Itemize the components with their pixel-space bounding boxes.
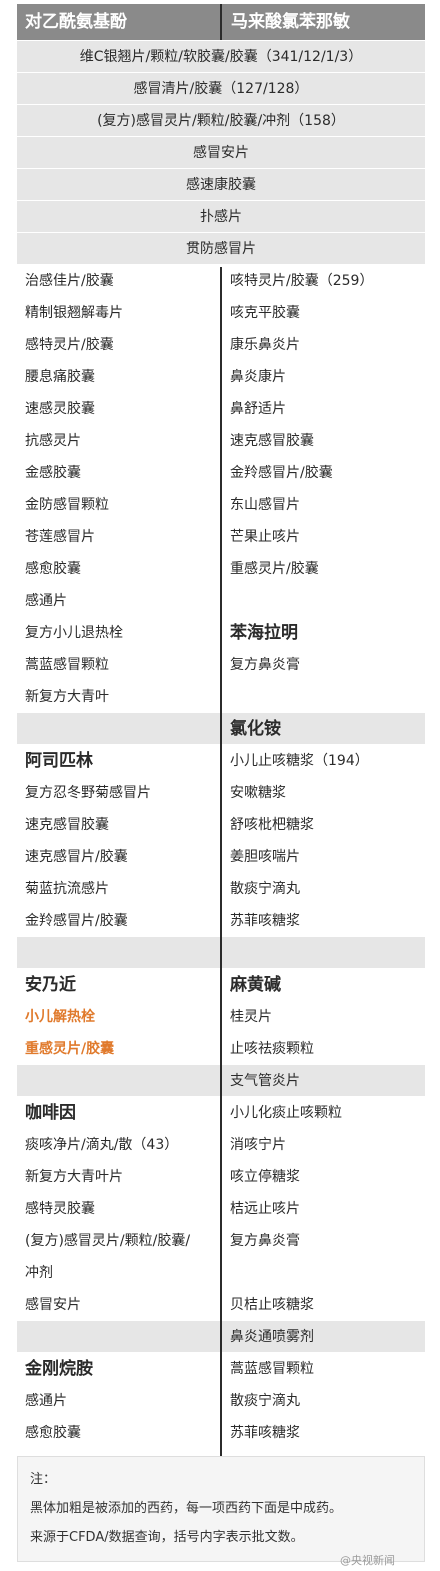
right-cell: 苏菲咳糖浆: [230, 1425, 300, 1441]
left-cell: 感通片: [25, 593, 67, 609]
right-cell: 咳克平胶囊: [230, 305, 300, 321]
watermark: @央视新闻: [340, 1554, 395, 1567]
right-cell: 鼻舒适片: [230, 401, 286, 417]
right-cell: 咳特灵片/胶囊（259）: [230, 273, 374, 289]
shared-row: 感速康胶囊: [17, 168, 425, 200]
left-cell: 复方忍冬野菊感冒片: [25, 785, 151, 801]
right-cell: 芒果止咳片: [230, 529, 300, 545]
right-cell: 鼻炎通喷雾剂: [230, 1329, 314, 1345]
left-cell: 速克感冒片/胶囊: [25, 849, 128, 865]
right-cell: 散痰宁滴丸: [230, 1393, 300, 1409]
header-divider: [220, 4, 222, 40]
section-heading-left: 金刚烷胺: [25, 1359, 93, 1379]
left-cell: 感特灵胶囊: [25, 1201, 95, 1217]
footnote-line-1: 黑体加粗是被添加的西药，每一项西药下面是中成药。: [30, 1501, 343, 1516]
right-cell: 支气管炎片: [230, 1073, 300, 1089]
left-cell: 感愈胶囊: [25, 561, 81, 577]
header-left: 对乙酰氨基酚: [25, 12, 127, 32]
right-cell: [223, 1257, 425, 1288]
left-cell: 感特灵片/胶囊: [25, 337, 114, 353]
left-cell: 速克感冒胶囊: [25, 817, 109, 833]
section-heading-left: 咖啡因: [25, 1103, 76, 1123]
header-right: 马来酸氯苯那敏: [231, 12, 350, 32]
right-cell: [223, 937, 425, 968]
left-cell: (复方)感冒灵片/颗粒/胶囊/: [25, 1233, 191, 1249]
shared-row: 感冒安片: [17, 136, 425, 168]
left-cell: 感冒安片: [25, 1297, 81, 1313]
right-cell: 桔远止咳片: [230, 1201, 300, 1217]
right-cell: 复方鼻炎膏: [230, 657, 300, 673]
section-heading-right: 苯海拉明: [230, 623, 298, 643]
right-cell: 桂灵片: [230, 1009, 272, 1025]
left-cell: 金感胶囊: [25, 465, 81, 481]
right-cell: 康乐鼻炎片: [230, 337, 300, 353]
right-cell: 小儿止咳糖浆（194）: [230, 753, 369, 769]
left-cell: [17, 1321, 221, 1352]
left-cell: [17, 713, 221, 744]
right-cell: 金羚感冒片/胶囊: [230, 465, 333, 481]
right-cell: 安嗽糖浆: [230, 785, 286, 801]
left-cell: 感愈胶囊: [25, 1425, 81, 1441]
footnote-title: 注：: [30, 1472, 57, 1487]
left-cell: 菊蓝抗流感片: [25, 881, 109, 897]
left-cell: 蒿蓝感冒颗粒: [25, 657, 109, 673]
footnote-line-2: 来源于CFDA/数据查询，括号内字表示批文数。: [30, 1530, 304, 1545]
right-cell: 蒿蓝感冒颗粒: [230, 1361, 314, 1377]
right-cell: 姜胆咳喘片: [230, 849, 300, 865]
left-cell: 苍莲感冒片: [25, 529, 95, 545]
shared-row: (复方)感冒灵片/颗粒/胶囊/冲剂（158）: [17, 104, 425, 136]
left-cell: 小儿解热栓: [25, 1009, 95, 1025]
left-cell: 新复方大青叶片: [25, 1169, 123, 1185]
shared-row: 贯防感冒片: [17, 232, 425, 264]
footnote-box: 注： 黑体加粗是被添加的西药，每一项西药下面是中成药。 来源于CFDA/数据查询…: [17, 1456, 425, 1562]
left-cell: 痰咳净片/滴丸/散（43）: [25, 1137, 179, 1153]
shared-rows: 维C银翘片/颗粒/软胶囊/胶囊（341/12/1/3） 感冒清片/胶囊（127/1…: [17, 40, 425, 264]
right-cell: 重感灵片/胶囊: [230, 561, 319, 577]
table-header: 对乙酰氨基酚 马来酸氯苯那敏: [17, 4, 425, 40]
column-divider: [220, 267, 222, 1457]
right-cell: 鼻炎康片: [230, 369, 286, 385]
right-cell: 咳立停糖浆: [230, 1169, 300, 1185]
shared-row: 维C银翘片/颗粒/软胶囊/胶囊（341/12/1/3）: [17, 40, 425, 72]
right-cell: 止咳祛痰颗粒: [230, 1041, 314, 1057]
left-cell: 感通片: [25, 1393, 67, 1409]
right-cell: [223, 585, 425, 616]
left-cell: 精制银翘解毒片: [25, 305, 123, 321]
left-cell: 速感灵胶囊: [25, 401, 95, 417]
left-cell: 冲剂: [25, 1265, 53, 1281]
left-cell: 金羚感冒片/胶囊: [25, 913, 128, 929]
right-cell: 复方鼻炎膏: [230, 1233, 300, 1249]
left-cell: [17, 1065, 221, 1096]
left-cell: 抗感灵片: [25, 433, 81, 449]
right-cell: 速克感冒胶囊: [230, 433, 314, 449]
section-heading-right: 麻黄碱: [230, 975, 281, 995]
left-cell: [17, 937, 221, 968]
left-cell: 腰息痛胶囊: [25, 369, 95, 385]
left-cell: 治感佳片/胶囊: [25, 273, 114, 289]
left-cell: 金防感冒颗粒: [25, 497, 109, 513]
page: 对乙酰氨基酚 马来酸氯苯那敏 维C银翘片/颗粒/软胶囊/胶囊（341/12/1/…: [0, 0, 440, 1571]
section-heading-left: 阿司匹林: [25, 751, 93, 771]
right-cell: 消咳宁片: [230, 1137, 286, 1153]
right-cell: 散痰宁滴丸: [230, 881, 300, 897]
right-cell: 东山感冒片: [230, 497, 300, 513]
left-cell: 重感灵片/胶囊: [25, 1041, 115, 1057]
section-heading-right: 氯化铵: [230, 719, 281, 739]
right-cell: 小儿化痰止咳颗粒: [230, 1105, 342, 1121]
right-cell: [223, 681, 425, 712]
right-cell: 苏菲咳糖浆: [230, 913, 300, 929]
right-cell: 贝桔止咳糖浆: [230, 1297, 314, 1313]
left-cell: 新复方大青叶: [25, 689, 109, 705]
shared-row: 扑感片: [17, 200, 425, 232]
shared-row: 感冒清片/胶囊（127/128）: [17, 72, 425, 104]
left-cell: 复方小儿退热栓: [25, 625, 123, 641]
section-heading-left: 安乃近: [25, 975, 76, 995]
right-cell: 舒咳枇杷糖浆: [230, 817, 314, 833]
